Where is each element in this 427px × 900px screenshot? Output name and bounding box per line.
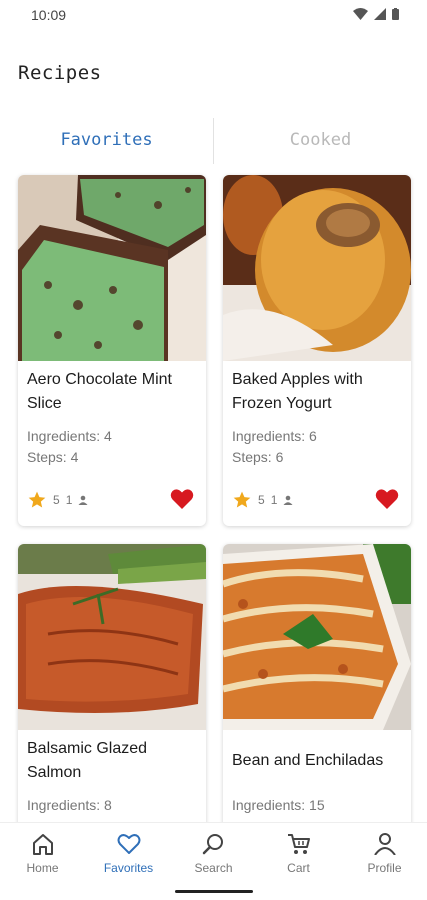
rating-count: 1: [270, 493, 278, 507]
rating-value: 5: [258, 493, 265, 507]
home-indicator: [175, 890, 253, 893]
recipe-image: [223, 175, 411, 361]
bottom-navigation: Home Favorites Search Cart Profile: [0, 822, 427, 900]
recipe-title: Aero Chocolate Mint Slice: [27, 371, 172, 412]
nav-profile[interactable]: Profile: [342, 833, 427, 875]
recipe-image: [18, 175, 206, 361]
star-icon: [28, 491, 46, 508]
nav-cart-label: Cart: [287, 861, 310, 875]
recipe-ingredients: Ingredients: 8: [27, 797, 112, 813]
search-icon: [202, 834, 223, 855]
tab-favorites[interactable]: Favorites: [0, 116, 213, 164]
recipe-card-baked-apples[interactable]: Baked Apples with Frozen Yogurt Ingredie…: [223, 175, 411, 526]
recipe-card-bean-and-enchiladas[interactable]: Bean and Enchiladas Ingredients: 15: [223, 544, 411, 844]
heart-icon: [117, 834, 140, 854]
nav-favorites-label: Favorites: [103, 861, 154, 875]
recipe-footer: 5 1: [232, 488, 399, 512]
page-title: Recipes: [18, 62, 102, 84]
recipe-image: [223, 544, 411, 730]
recipe-rating: 5 1: [232, 490, 293, 510]
recipe-title: Bean and Enchiladas: [232, 752, 384, 769]
recipe-card-balsamic-glazed-salmon[interactable]: Balsamic Glazed Salmon Ingredients: 8: [18, 544, 206, 844]
star-icon: [233, 491, 251, 508]
recipe-ingredients: Ingredients: 4: [27, 428, 112, 444]
status-icons: [353, 8, 399, 20]
signal-icon: [374, 8, 386, 20]
nav-search-label: Search: [194, 861, 233, 875]
nav-home-label: Home: [26, 861, 59, 875]
recipe-image: [18, 544, 206, 730]
person-icon: [78, 495, 88, 505]
recipe-steps: Steps: 6: [232, 449, 284, 465]
nav-profile-label: Profile: [367, 861, 402, 875]
recipe-title: Baked Apples with Frozen Yogurt: [232, 371, 363, 412]
recipe-ingredients: Ingredients: 6: [232, 428, 317, 444]
heart-icon[interactable]: [170, 488, 194, 510]
tab-bar: Favorites Cooked: [0, 116, 427, 164]
person-icon: [283, 495, 293, 505]
rating-value: 5: [53, 493, 60, 507]
status-bar: 10:09: [0, 0, 427, 30]
nav-cart[interactable]: Cart: [256, 833, 341, 875]
status-time: 10:09: [31, 7, 67, 23]
recipe-rating: 5 1: [27, 490, 88, 510]
recipe-footer: 5 1: [27, 488, 194, 512]
cart-icon: [287, 834, 310, 854]
recipe-title: Balsamic Glazed Salmon: [27, 740, 148, 781]
nav-search[interactable]: Search: [171, 833, 256, 875]
recipe-steps: Steps: 4: [27, 449, 79, 465]
wifi-icon: [353, 8, 368, 20]
home-icon: [32, 834, 53, 855]
recipe-card-aero-chocolate-mint-slice[interactable]: Aero Chocolate Mint Slice Ingredients: 4…: [18, 175, 206, 526]
person-icon: [373, 833, 396, 855]
nav-home[interactable]: Home: [0, 833, 85, 875]
tab-cooked[interactable]: Cooked: [214, 116, 427, 164]
rating-count: 1: [65, 493, 73, 507]
heart-icon[interactable]: [375, 488, 399, 510]
recipe-ingredients: Ingredients: 15: [232, 797, 325, 813]
nav-favorites[interactable]: Favorites: [86, 833, 171, 875]
battery-icon: [392, 8, 399, 20]
